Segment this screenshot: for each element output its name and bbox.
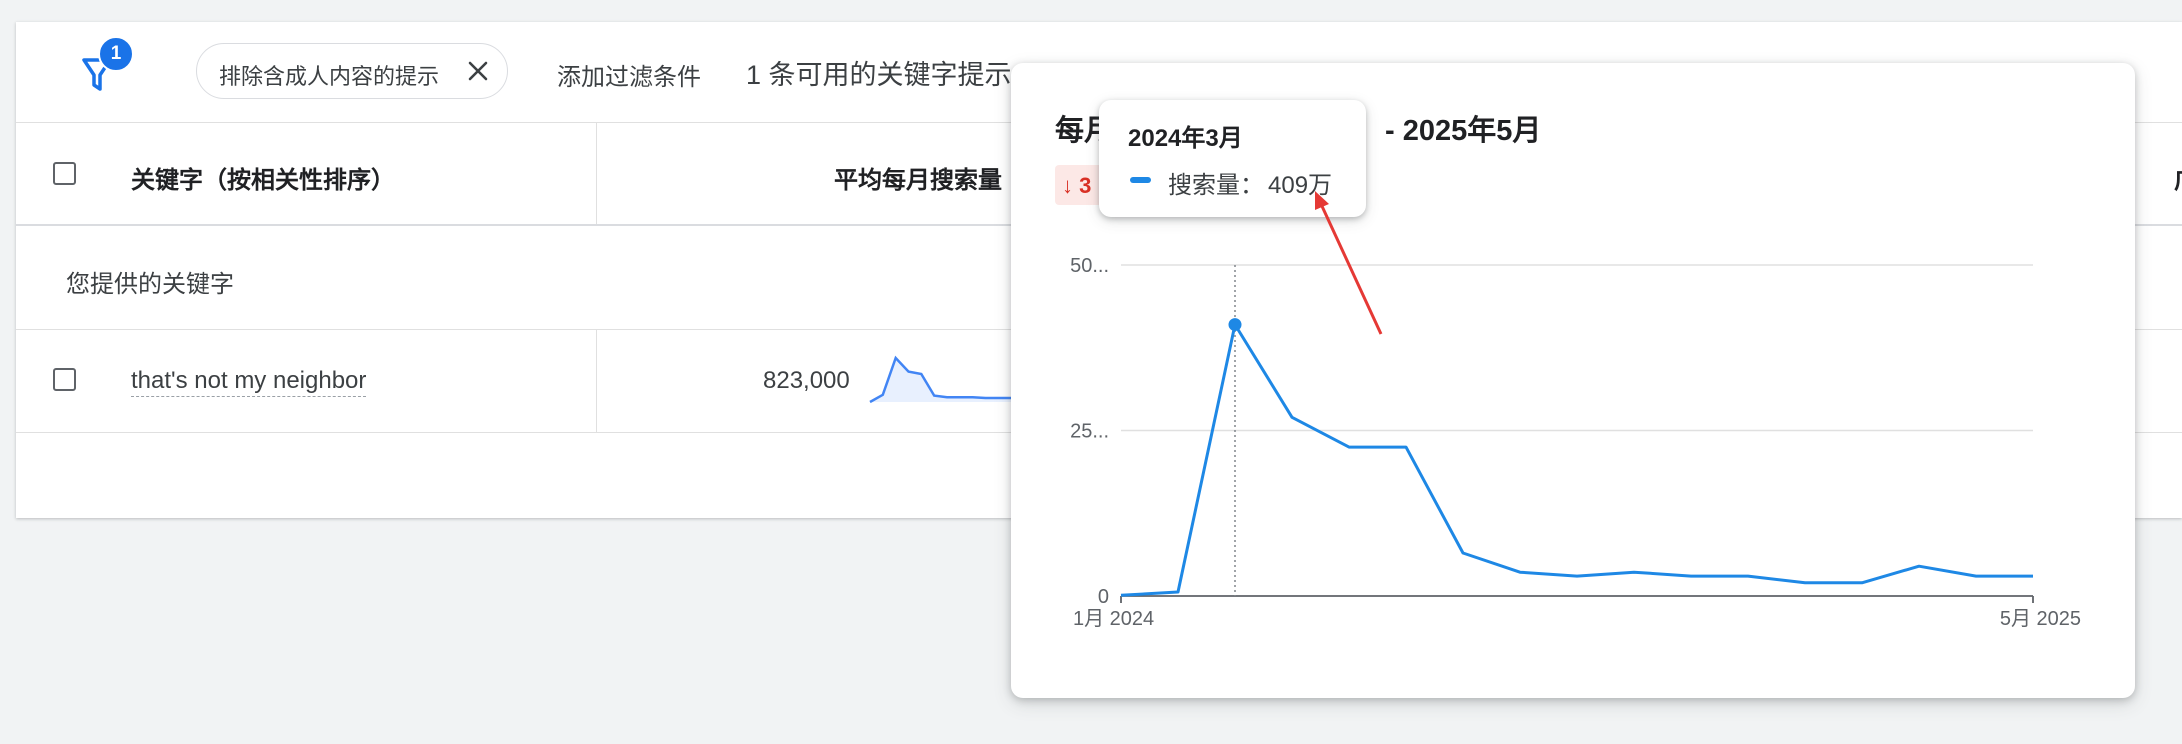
ideas-count-label: 1 条可用的关键字提示 bbox=[746, 60, 1012, 90]
column-divider bbox=[596, 122, 597, 224]
row-checkbox[interactable] bbox=[53, 368, 76, 391]
keyword-volume: 823,000 bbox=[763, 367, 850, 394]
select-all-checkbox[interactable] bbox=[53, 162, 76, 185]
keyword-text[interactable]: that's not my neighbor bbox=[131, 367, 367, 397]
chip-label: 排除含成人内容的提示 bbox=[219, 64, 440, 89]
add-filter-button[interactable]: 添加过滤条件 bbox=[557, 57, 701, 92]
column-divider bbox=[596, 329, 597, 432]
ad-column-header[interactable]: 广 bbox=[2174, 160, 2182, 195]
x-end-label: 5月 2025 bbox=[2000, 608, 2081, 630]
adult-content-filter-chip[interactable]: 排除含成人内容的提示 bbox=[196, 43, 508, 99]
y-tick-label: 50... bbox=[1070, 255, 1109, 277]
tooltip-series-label: 搜索量： bbox=[1168, 172, 1264, 199]
chart-tooltip: 2024年3月 搜索量： 409万 bbox=[1099, 100, 1366, 217]
close-icon[interactable] bbox=[465, 58, 491, 84]
y-tick-label: 0 bbox=[1098, 586, 1109, 608]
y-tick-label: 25... bbox=[1070, 421, 1109, 443]
x-start-label: 1月 2024 bbox=[1073, 608, 1154, 630]
volume-column-header[interactable]: 平均每月搜索量 bbox=[834, 160, 1002, 195]
series-swatch-icon bbox=[1130, 177, 1151, 183]
tooltip-value: 409万 bbox=[1268, 172, 1333, 199]
tooltip-date: 2024年3月 bbox=[1128, 125, 1243, 152]
series-line bbox=[1120, 323, 2033, 597]
group-label: 您提供的关键字 bbox=[66, 271, 234, 298]
keyword-column-header[interactable]: 关键字（按相关性排序） bbox=[131, 160, 395, 195]
filter-count-badge: 1 bbox=[98, 36, 134, 72]
highlighted-point bbox=[1228, 318, 1242, 332]
